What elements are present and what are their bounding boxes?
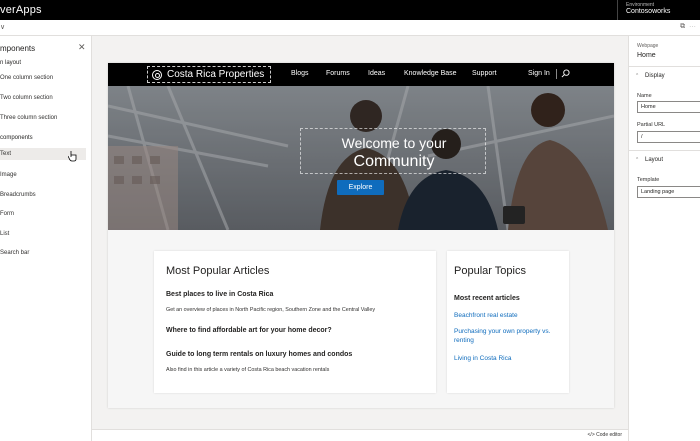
component-item-search-bar[interactable]: Search bar (0, 247, 86, 259)
layout-section-heading[interactable]: Layout (645, 157, 663, 163)
template-dropdown[interactable]: Landing page (637, 186, 700, 198)
close-icon[interactable]: ✕ (78, 42, 86, 53)
properties-type-label: Webpage (637, 43, 659, 49)
component-item-form[interactable]: Form (0, 208, 86, 220)
hero-heading-line1: Welcome to your (341, 135, 447, 151)
command-bar: ∨ ⧉ ⋯ (0, 20, 700, 36)
chevron-down-icon[interactable]: ⌃ (635, 73, 639, 79)
template-field-label: Template (637, 177, 660, 183)
name-field-label: Name (637, 93, 652, 99)
popular-articles-card: Most Popular Articles Best places to liv… (154, 251, 436, 393)
hand-cursor-icon (68, 151, 77, 162)
code-editor-button[interactable]: </> Code editor (588, 432, 622, 438)
divider (629, 66, 700, 67)
environment-name: Contosoworks (626, 8, 671, 15)
topic-link[interactable]: Living in Costa Rica (454, 354, 558, 363)
article-description: Get an overview of places in North Pacif… (166, 307, 376, 313)
article-description: Also find in this article a variety of C… (166, 367, 330, 373)
section-components-heading: components (0, 135, 33, 141)
article-title[interactable]: Guide to long term rentals on luxury hom… (166, 351, 352, 358)
layout-item-three-column[interactable]: Three column section (0, 112, 86, 124)
divider (629, 150, 700, 151)
chevron-down-icon[interactable]: ⌃ (635, 157, 639, 163)
site-title-dropdown[interactable]: ∨ (0, 23, 5, 31)
components-panel: mponents ✕ n layout One column section T… (0, 36, 92, 441)
site-logo-text: Costa Rica Properties (167, 69, 265, 80)
app-brand: verApps (0, 4, 42, 16)
layout-item-two-column[interactable]: Two column section (0, 92, 86, 104)
properties-panel: Webpage Home ⌃ Display Name Home Partial… (628, 36, 700, 441)
app-header: verApps Environment Contosoworks (0, 0, 700, 20)
page-canvas: Costa Rica Properties Blogs Forums Ideas… (108, 63, 614, 408)
popular-topics-title: Popular Topics (454, 265, 526, 277)
nav-link-support[interactable]: Support (472, 70, 497, 77)
more-icon[interactable]: ⋯ (689, 23, 696, 30)
topic-link[interactable]: Purchasing your own property vs. renting (454, 327, 558, 345)
nav-link-forums[interactable]: Forums (326, 70, 350, 77)
search-icon[interactable] (561, 69, 570, 78)
nav-divider (556, 69, 557, 79)
component-item-breadcrumbs[interactable]: Breadcrumbs (0, 189, 86, 201)
hero-heading-line2: Community (353, 153, 435, 170)
components-panel-title: mponents (0, 44, 36, 53)
display-section-heading[interactable]: Display (645, 73, 665, 79)
nav-link-blogs[interactable]: Blogs (291, 70, 309, 77)
hero-text-block[interactable]: Welcome to your Community (300, 128, 486, 174)
command-icons: ⧉ ⋯ (680, 23, 696, 31)
article-title[interactable]: Best places to live in Costa Rica (166, 291, 273, 298)
explore-button[interactable]: Explore (337, 180, 384, 195)
site-navbar: Costa Rica Properties Blogs Forums Ideas… (108, 63, 614, 86)
name-input[interactable]: Home (637, 101, 700, 113)
nav-link-ideas[interactable]: Ideas (368, 70, 385, 77)
hero-banner: Welcome to your Community Explore (108, 86, 614, 230)
environment-picker[interactable]: Environment Contosoworks (617, 0, 670, 20)
site-logo[interactable]: Costa Rica Properties (147, 66, 271, 83)
popular-articles-title: Most Popular Articles (166, 265, 270, 277)
popular-topics-card: Popular Topics Most recent articles Beac… (447, 251, 569, 393)
code-icon: </> (587, 432, 595, 438)
topics-subtitle: Most recent articles (454, 295, 520, 302)
logo-icon (152, 70, 162, 80)
sign-in-link[interactable]: Sign In (528, 70, 550, 77)
section-layout-heading: n layout (0, 60, 22, 66)
component-item-image[interactable]: Image (0, 169, 86, 181)
topic-link[interactable]: Beachfront real estate (454, 311, 558, 320)
partial-url-label: Partial URL (637, 122, 666, 128)
layout-item-one-column[interactable]: One column section (0, 72, 86, 84)
properties-page-name: Home (637, 52, 656, 59)
nav-link-knowledge-base[interactable]: Knowledge Base (404, 70, 457, 77)
component-item-list[interactable]: List (0, 228, 86, 240)
article-title[interactable]: Where to find affordable art for your ho… (166, 327, 332, 334)
copy-icon[interactable]: ⧉ (680, 23, 685, 30)
status-bar: </> Code editor (92, 429, 628, 441)
partial-url-input[interactable]: / (637, 131, 700, 143)
